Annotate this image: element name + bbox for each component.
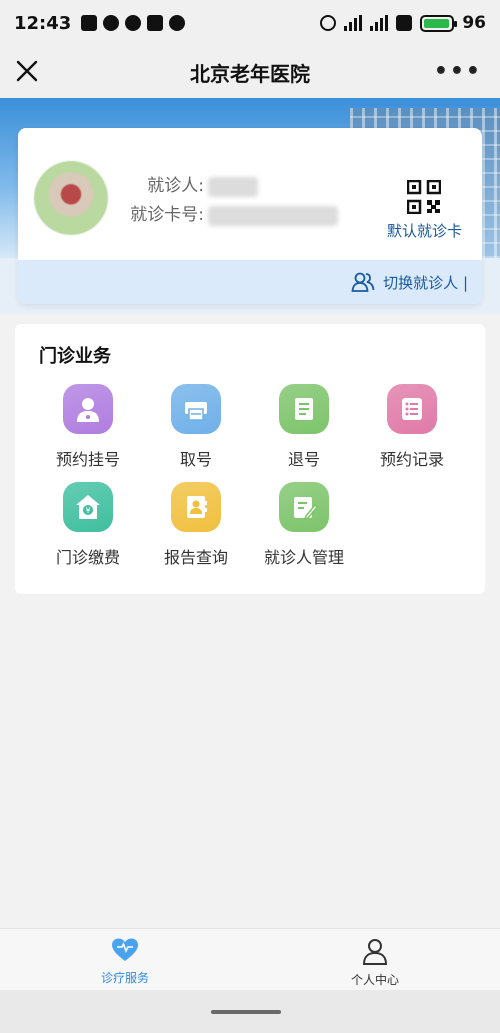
edit-icon: [279, 482, 329, 532]
outpatient-services: 门诊业务 预约挂号 取号 退号 预约记录 ¥ 门诊缴费 报告查询 就诊人管理: [15, 324, 485, 594]
close-icon[interactable]: [14, 58, 40, 84]
list-icon: [387, 384, 437, 434]
tab-label: 个人中心: [350, 973, 399, 987]
service-appointment[interactable]: 预约挂号: [33, 384, 143, 470]
printer-icon: [171, 384, 221, 434]
service-label: 退号: [287, 450, 320, 469]
status-bar: 12:43 96: [0, 0, 500, 46]
patient-card: 就诊人: 就诊卡号: 默认就诊卡 切换就诊人 |: [18, 128, 482, 304]
video-notification-icon: [147, 15, 164, 31]
report-icon: [171, 482, 221, 532]
default-card-button[interactable]: 默认就诊卡: [387, 180, 462, 241]
service-label: 取号: [179, 450, 212, 469]
qr-code-icon: [407, 180, 442, 214]
services-title: 门诊业务: [39, 346, 111, 367]
chat-notification-icon: [103, 15, 120, 31]
card-number-label: 就诊卡号:: [130, 205, 204, 225]
tab-label: 诊疗服务: [100, 971, 149, 985]
status-time: 12:43: [14, 12, 72, 34]
more-icon[interactable]: •••: [434, 59, 482, 84]
signal-icon-2: [370, 15, 389, 31]
tab-medical-services[interactable]: 诊疗服务: [0, 929, 250, 990]
page-title: 北京老年医院: [190, 61, 310, 86]
svg-text:¥: ¥: [85, 506, 90, 515]
user-icon: [362, 939, 388, 965]
paw-notification-icon: [169, 15, 186, 31]
switch-patient-button[interactable]: 切换就诊人 |: [18, 260, 482, 304]
service-patient-management[interactable]: 就诊人管理: [249, 482, 359, 568]
patient-name-label: 就诊人:: [147, 176, 204, 196]
payment-icon: ¥: [63, 482, 113, 532]
tab-personal-center[interactable]: 个人中心: [250, 929, 500, 990]
notification-icons: [81, 15, 186, 31]
system-nav-bar: [0, 990, 500, 1033]
doctor-icon: [63, 384, 113, 434]
card-number-redacted: [208, 205, 338, 226]
app-notification-icon: [81, 15, 98, 31]
service-payment[interactable]: ¥ 门诊缴费: [33, 482, 143, 568]
service-take-number[interactable]: 取号: [141, 384, 251, 470]
alarm-icon: [320, 15, 337, 31]
heart-icon: [112, 938, 138, 961]
avatar: [34, 161, 108, 235]
patient-info: 就诊人: 就诊卡号:: [124, 172, 338, 230]
battery-percent: 96: [462, 13, 486, 33]
switch-patient-label: 切换就诊人 |: [383, 273, 468, 292]
weibo-notification-icon: [125, 15, 142, 31]
default-card-label: 默认就诊卡: [386, 222, 462, 240]
service-cancel[interactable]: 退号: [249, 384, 359, 470]
service-label: 预约记录: [379, 450, 444, 469]
service-reports[interactable]: 报告查询: [141, 482, 251, 568]
tab-bar: 诊疗服务 个人中心: [0, 928, 500, 990]
nav-bar: 北京老年医院 •••: [0, 46, 500, 98]
home-indicator[interactable]: [211, 1010, 281, 1014]
service-label: 就诊人管理: [263, 548, 344, 567]
document-icon: [279, 384, 329, 434]
hd-icon: [396, 15, 413, 31]
service-records[interactable]: 预约记录: [357, 384, 467, 470]
switch-user-icon: [351, 272, 375, 292]
service-label: 门诊缴费: [55, 548, 120, 567]
signal-icon: [344, 15, 363, 31]
service-label: 报告查询: [163, 548, 228, 567]
patient-name-redacted: [208, 176, 258, 197]
battery-icon: [420, 14, 458, 32]
service-label: 预约挂号: [55, 450, 120, 469]
